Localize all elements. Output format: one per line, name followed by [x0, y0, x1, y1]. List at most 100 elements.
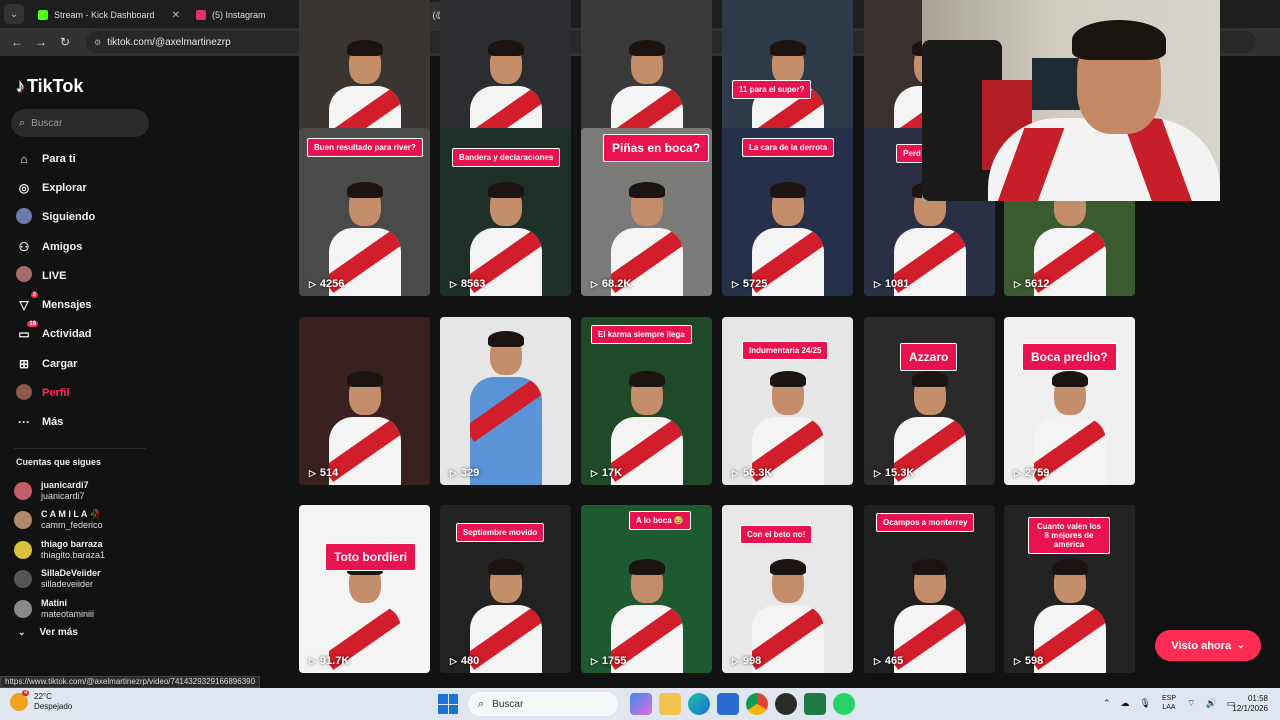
- video-card[interactable]: ▷ 514: [299, 317, 430, 485]
- view-count: ▷ 2759: [1014, 467, 1049, 479]
- windows-start-icon[interactable]: [438, 694, 458, 714]
- avatar: [14, 540, 32, 559]
- tiktok-logo[interactable]: ♪ TikTok: [16, 76, 83, 97]
- tab-label: Stream - Kick Dashboard: [54, 10, 155, 20]
- file-explorer-icon[interactable]: [658, 693, 681, 715]
- video-caption: A lo boca 🤢: [629, 511, 691, 530]
- video-card[interactable]: Bandera y declaraciones ▷ 8563: [440, 128, 571, 296]
- video-card[interactable]: Boca predio? ▷ 2759: [1004, 317, 1135, 485]
- play-icon: ▷: [450, 655, 457, 666]
- view-count-value: 1755: [601, 655, 627, 667]
- play-icon: ▷: [450, 278, 457, 289]
- microphone-icon[interactable]: 🎙: [1140, 698, 1151, 709]
- back-icon[interactable]: ←: [6, 31, 28, 53]
- sidebar-item-explorar[interactable]: ◎ Explorar: [16, 173, 95, 202]
- sidebar-item-mas[interactable]: ··· Más: [16, 408, 95, 437]
- tab-search-icon[interactable]: ⌄: [4, 4, 24, 24]
- sidebar-item-siguiendo[interactable]: Siguiendo: [16, 203, 95, 232]
- clock[interactable]: 01:58 12/1/2026: [1224, 694, 1268, 714]
- view-count-value: 56.3K: [742, 467, 773, 479]
- video-card[interactable]: Cuanto valen los 8 mejores de america ▷ 59…: [1004, 505, 1135, 673]
- obs-icon[interactable]: [774, 693, 797, 715]
- video-card[interactable]: Buen resultado para river? ▷ 4256: [299, 128, 430, 296]
- chevron-up-icon[interactable]: ⌃: [1103, 698, 1111, 709]
- thumbnail-person: [470, 331, 542, 485]
- wifi-icon[interactable]: ⌔: [1187, 698, 1195, 709]
- video-card[interactable]: A lo boca 🤢 ▷ 1755: [581, 505, 712, 673]
- search-icon: ⌕: [478, 697, 485, 710]
- video-card[interactable]: Azzaro ▷ 15.3K: [864, 317, 995, 485]
- weather-widget[interactable]: 4 22°C Despejado: [10, 690, 72, 712]
- video-caption: La cara de la derrota: [742, 138, 835, 157]
- tab-kick[interactable]: Stream - Kick Dashboard ✕: [30, 2, 188, 28]
- play-icon: ▷: [874, 655, 881, 666]
- visto-ahora-button[interactable]: Visto ahora ⌄: [1155, 630, 1261, 661]
- edge-icon[interactable]: [687, 693, 710, 715]
- video-card[interactable]: La cara de la derrota ▷ 5725: [722, 128, 853, 296]
- see-more-button[interactable]: ⌄ Ver más: [18, 627, 78, 638]
- video-card[interactable]: Septiembre movido ▷ 480: [440, 505, 571, 673]
- view-count: ▷ 4256: [309, 278, 344, 290]
- followed-account[interactable]: thiago barraza thiagito.baraza1: [14, 535, 105, 565]
- account-username: juanicardi7: [41, 490, 85, 501]
- video-card[interactable]: Con el beto no! ▷ 998: [722, 505, 853, 673]
- view-count-value: 5725: [742, 278, 768, 290]
- whatsapp-icon[interactable]: [832, 693, 855, 715]
- view-count: ▷ 1755: [591, 655, 626, 667]
- sidebar-item-amigos[interactable]: ⚇ Amigos: [16, 232, 95, 261]
- language-indicator[interactable]: ESP LAA: [1162, 694, 1176, 712]
- taskbar-apps: ⌕ Buscar: [438, 692, 858, 716]
- video-caption: Cuanto valen los 8 mejores de america: [1028, 517, 1110, 554]
- video-card[interactable]: Indumentaria 24/25 ▷ 56.3K: [722, 317, 853, 485]
- nav-label: Más: [42, 416, 64, 429]
- followed-account[interactable]: juanicardi7 juanicardi7: [14, 476, 105, 506]
- followed-account[interactable]: C A M I L A 🥀 camm_federico: [14, 506, 105, 536]
- activity-badge: 18: [27, 321, 38, 328]
- sidebar-item-cargar[interactable]: ⊞ Cargar: [16, 349, 95, 378]
- play-icon: ▷: [874, 278, 881, 289]
- view-count-value: 480: [460, 655, 480, 667]
- messages-icon: ▽ 2: [19, 292, 38, 313]
- sidebar-item-live[interactable]: LIVE: [16, 261, 95, 290]
- sidebar-item-perfil[interactable]: Perfil: [16, 378, 95, 407]
- close-icon[interactable]: ✕: [172, 10, 180, 21]
- copilot-icon[interactable]: [629, 693, 652, 715]
- sidebar-item-mensajes[interactable]: ▽ 2 Mensajes: [16, 290, 95, 319]
- view-count: ▷ 15.3K: [874, 467, 914, 479]
- avatar: [14, 481, 32, 500]
- video-card[interactable]: Ocampos a monterrey ▷ 465: [864, 505, 995, 673]
- video-caption: Con el beto no!: [740, 525, 813, 544]
- sidebar-item-para-ti[interactable]: ⌂ Para ti: [16, 144, 95, 173]
- play-icon: ▷: [732, 467, 739, 478]
- account-name: thiago barraza: [41, 538, 103, 549]
- nav-label: Para ti: [42, 152, 76, 165]
- video-card[interactable]: Piñas en boca? ▷ 68.2K: [581, 128, 712, 296]
- video-caption: Indumentaria 24/25: [742, 341, 829, 360]
- account-username: thiagito.baraza1: [41, 549, 106, 560]
- thumbnail-person: [470, 559, 542, 673]
- play-icon: ▷: [450, 467, 457, 478]
- excel-icon[interactable]: [803, 693, 826, 715]
- nav-label: Mensajes: [42, 299, 92, 312]
- logo-text: TikTok: [27, 76, 84, 96]
- site-info-icon[interactable]: ⚙: [94, 38, 101, 47]
- chrome-icon[interactable]: [745, 693, 768, 715]
- activity-icon: ▭ 18: [18, 321, 38, 342]
- video-card[interactable]: El karma siempre llega ▷ 17K: [581, 317, 712, 485]
- sidebar-item-actividad[interactable]: ▭ 18 Actividad: [16, 320, 95, 349]
- video-card[interactable]: ▷ 329: [440, 317, 571, 485]
- volume-icon[interactable]: 🔊: [1205, 698, 1216, 709]
- reload-icon[interactable]: ↻: [54, 31, 76, 53]
- taskbar-search-input[interactable]: ⌕ Buscar: [468, 692, 618, 716]
- search-input[interactable]: ⌕ Buscar: [11, 109, 149, 137]
- play-icon: ▷: [874, 467, 881, 478]
- status-url: https://www.tiktok.com/@axelmartinezrp/v…: [0, 676, 261, 688]
- view-count-value: 4256: [319, 278, 345, 290]
- followed-account[interactable]: Matini mateotaminiii: [14, 594, 105, 624]
- followed-account[interactable]: SillaDeVeiider silladeveiider: [14, 565, 105, 595]
- sidebar: ♪ TikTok ⌕ Buscar ⌂ Para ti ◎ Explorar Sig…: [0, 56, 160, 688]
- store-icon[interactable]: [716, 693, 739, 715]
- forward-icon[interactable]: →: [30, 31, 52, 53]
- video-card[interactable]: Toto bordieri ▷ 91.7K: [299, 505, 430, 673]
- network-icon[interactable]: ☁: [1121, 698, 1130, 709]
